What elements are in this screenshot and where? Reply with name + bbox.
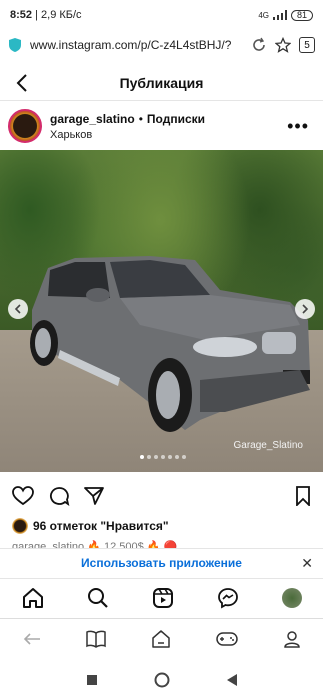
carousel-dot (175, 455, 179, 459)
star-icon[interactable] (275, 37, 291, 53)
carousel-dot (168, 455, 172, 459)
messenger-icon[interactable] (217, 587, 239, 609)
status-bar: 8:52 | 2,9 КБ/с 4G 81 (0, 0, 323, 30)
book-icon[interactable] (85, 630, 106, 648)
caption-preview: garage_slatino 🔥 12 500$ 🔥 🔴 (12, 541, 178, 548)
ig-page-header: Публикация (0, 65, 323, 101)
carousel-dot (154, 455, 158, 459)
comment-icon[interactable] (48, 486, 70, 506)
likes-count[interactable]: 96 отметок "Нравится" (33, 519, 169, 533)
car-image (30, 256, 310, 432)
home-circle-icon[interactable] (154, 672, 170, 688)
system-nav-bar (0, 660, 323, 700)
browser-back-icon[interactable] (23, 632, 41, 646)
browser-bottom-nav (0, 618, 323, 658)
carousel-dot (147, 455, 151, 459)
page-title: Публикация (119, 74, 204, 91)
reload-icon[interactable] (251, 37, 267, 53)
search-icon[interactable] (87, 587, 109, 609)
more-options-icon[interactable]: ••• (287, 116, 309, 137)
location-link[interactable]: Харьков (50, 129, 205, 141)
post-meta: garage_slatino • Подписки Харьков (50, 112, 205, 141)
follow-button[interactable]: Подписки (147, 112, 205, 126)
post-header: garage_slatino • Подписки Харьков ••• (0, 104, 323, 148)
carousel-dot (161, 455, 165, 459)
close-icon[interactable]: ✕ (301, 555, 313, 572)
likes-row[interactable]: 96 отметок "Нравится" (12, 518, 169, 534)
status-time: 8:52 (10, 9, 33, 21)
username-link[interactable]: garage_slatino (50, 112, 135, 126)
post-photo[interactable]: Garage_Slatino (0, 150, 323, 472)
ig-bottom-nav (0, 578, 323, 616)
reels-icon[interactable] (152, 587, 174, 609)
carousel-dots (140, 455, 186, 459)
tab-switcher-button[interactable]: 5 (299, 37, 315, 53)
home-icon[interactable] (22, 587, 44, 609)
heart-icon[interactable] (12, 486, 34, 506)
network-speed: 2,9 КБ/с (41, 9, 82, 21)
back-arrow-icon[interactable] (16, 73, 28, 93)
open-app-banner[interactable]: Использовать приложение ✕ (0, 548, 323, 576)
photo-watermark: Garage_Slatino (233, 440, 304, 451)
carousel-dot (140, 455, 144, 459)
avatar[interactable] (8, 109, 42, 143)
account-icon[interactable] (283, 630, 301, 648)
bookmark-icon[interactable] (295, 486, 311, 506)
url-field[interactable]: www.instagram.com/p/C-z4L4stBHJ/? (30, 38, 243, 52)
post-actions (0, 482, 323, 510)
gamepad-icon[interactable] (215, 631, 238, 647)
carousel-dot (182, 455, 186, 459)
share-icon[interactable] (84, 486, 104, 506)
network-type: 4G (258, 10, 269, 20)
status-separator: | (32, 9, 42, 21)
liker-avatar (12, 518, 28, 534)
browser-address-bar: www.instagram.com/p/C-z4L4stBHJ/? 5 (0, 30, 323, 60)
status-right: 4G 81 (258, 9, 313, 21)
photo-next-button[interactable] (295, 299, 315, 319)
chevron-right-icon (302, 304, 309, 314)
recents-icon[interactable] (86, 674, 98, 686)
open-app-link[interactable]: Использовать приложение (81, 556, 242, 570)
browser-home-icon[interactable] (151, 629, 171, 649)
shield-icon[interactable] (8, 37, 22, 53)
post-author-line: garage_slatino • Подписки (50, 112, 205, 126)
photo-prev-button[interactable] (8, 299, 28, 319)
back-triangle-icon[interactable] (226, 673, 238, 687)
signal-icon (272, 10, 287, 20)
battery-icon: 81 (290, 9, 313, 21)
chevron-left-icon (14, 304, 21, 314)
profile-avatar[interactable] (281, 587, 302, 608)
separator-dot: • (138, 111, 143, 126)
